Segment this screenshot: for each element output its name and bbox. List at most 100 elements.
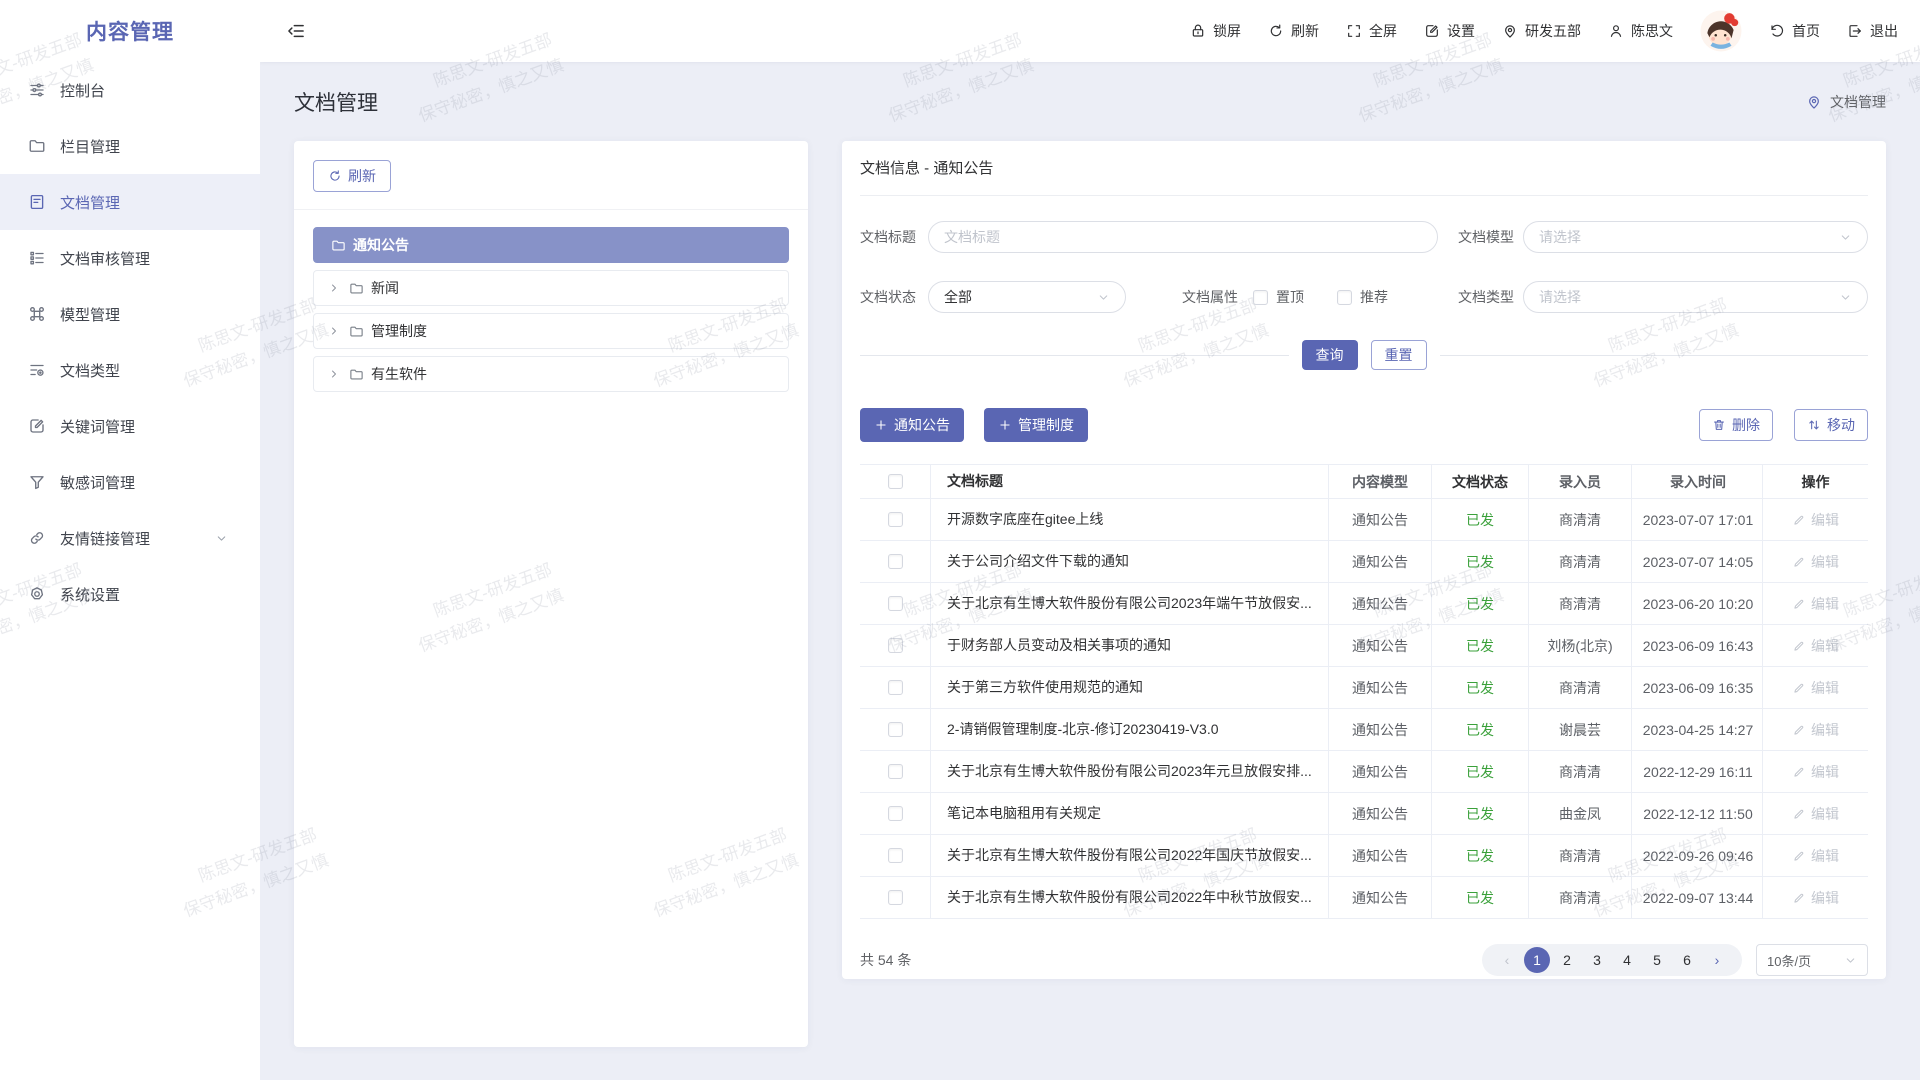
- user-avatar[interactable]: [1700, 10, 1742, 52]
- add-policy-button[interactable]: 管理制度: [984, 408, 1088, 442]
- page-button-2[interactable]: 2: [1554, 947, 1580, 973]
- doc-title-cell[interactable]: 2-请销假管理制度-北京-修订20230419-V3.0: [931, 709, 1329, 750]
- page-size-select[interactable]: 10条/页: [1756, 944, 1868, 976]
- doc-title-cell[interactable]: 关于北京有生博大软件股份有限公司2022年中秋节放假安...: [931, 877, 1329, 918]
- row-checkbox[interactable]: [888, 764, 903, 779]
- edit-button[interactable]: 编辑: [1792, 846, 1839, 866]
- list-gear-icon: [28, 361, 46, 379]
- sidebar-item-文档管理[interactable]: 文档管理: [0, 174, 260, 230]
- search-button[interactable]: 查询: [1302, 340, 1358, 370]
- attr-recommend-label: 推荐: [1360, 287, 1388, 307]
- breadcrumb-label: 文档管理: [1830, 92, 1886, 112]
- doc-title-input[interactable]: [944, 229, 1422, 245]
- doc-title-cell[interactable]: 关于第三方软件使用规范的通知: [931, 667, 1329, 708]
- sidebar-item-友情链接管理[interactable]: 友情链接管理: [0, 510, 260, 566]
- sidebar-item-控制台[interactable]: 控制台: [0, 62, 260, 118]
- row-checkbox[interactable]: [888, 596, 903, 611]
- prev-page-button[interactable]: ‹: [1494, 947, 1520, 973]
- sidebar-item-系统设置[interactable]: 系统设置: [0, 566, 260, 622]
- row-checkbox[interactable]: [888, 638, 903, 653]
- sidebar-item-敏感词管理[interactable]: 敏感词管理: [0, 454, 260, 510]
- topbar-lock-button[interactable]: 锁屏: [1190, 21, 1241, 41]
- sidebar-nav: 控制台栏目管理文档管理文档审核管理模型管理文档类型关键词管理敏感词管理友情链接管…: [0, 62, 260, 622]
- collapse-sidebar-icon[interactable]: [286, 21, 306, 41]
- attr-recommend-checkbox[interactable]: [1337, 290, 1352, 305]
- sidebar-item-文档类型[interactable]: 文档类型: [0, 342, 260, 398]
- page-button-6[interactable]: 6: [1674, 947, 1700, 973]
- doc-title-cell[interactable]: 于财务部人员变动及相关事项的通知: [931, 625, 1329, 666]
- topbar-edit-square-button[interactable]: 设置: [1424, 21, 1475, 41]
- row-checkbox[interactable]: [888, 806, 903, 821]
- logout-button[interactable]: 退出: [1847, 21, 1898, 41]
- row-checkbox[interactable]: [888, 890, 903, 905]
- edit-button[interactable]: 编辑: [1792, 678, 1839, 698]
- sidebar-item-关键词管理[interactable]: 关键词管理: [0, 398, 260, 454]
- panel-title: 文档信息 - 通知公告: [860, 141, 1868, 196]
- row-checkbox[interactable]: [888, 680, 903, 695]
- add-notice-button[interactable]: 通知公告: [860, 408, 964, 442]
- doc-title-cell[interactable]: 关于北京有生博大软件股份有限公司2023年元旦放假安排...: [931, 751, 1329, 792]
- doc-model-cell: 通知公告: [1329, 751, 1432, 792]
- chevron-right-icon: [328, 368, 340, 380]
- topbar-fullscreen-button[interactable]: 全屏: [1346, 21, 1397, 41]
- page-button-1[interactable]: 1: [1524, 947, 1550, 973]
- page-button-5[interactable]: 5: [1644, 947, 1670, 973]
- home-button[interactable]: 首页: [1769, 21, 1820, 41]
- page-button-3[interactable]: 3: [1584, 947, 1610, 973]
- sidebar-item-模型管理[interactable]: 模型管理: [0, 286, 260, 342]
- doc-type-select[interactable]: 请选择: [1523, 281, 1868, 313]
- topbar-user-button[interactable]: 陈思文: [1608, 21, 1673, 41]
- select-all-checkbox[interactable]: [888, 474, 903, 489]
- row-checkbox[interactable]: [888, 554, 903, 569]
- attr-top-checkbox[interactable]: [1253, 290, 1268, 305]
- edit-button[interactable]: 编辑: [1792, 552, 1839, 572]
- row-checkbox[interactable]: [888, 512, 903, 527]
- chevron-down-icon: [215, 532, 228, 545]
- tree-node[interactable]: 新闻: [313, 270, 789, 306]
- attr-top-label: 置顶: [1276, 287, 1304, 307]
- page-size-value: 10条/页: [1767, 951, 1811, 970]
- document-panel: 文档信息 - 通知公告 文档标题 文档模型 请选择: [842, 141, 1886, 979]
- row-checkbox[interactable]: [888, 848, 903, 863]
- sidebar-item-label: 敏感词管理: [60, 472, 135, 493]
- edit-button[interactable]: 编辑: [1792, 720, 1839, 740]
- tree-node[interactable]: 管理制度: [313, 313, 789, 349]
- doc-action-cell: 编辑: [1763, 709, 1868, 750]
- doc-title-cell[interactable]: 开源数字底座在gitee上线: [931, 499, 1329, 540]
- delete-label: 删除: [1732, 415, 1760, 435]
- folder-icon: [349, 281, 364, 296]
- doc-title-cell[interactable]: 关于公司介绍文件下载的通知: [931, 541, 1329, 582]
- next-page-button[interactable]: ›: [1704, 947, 1730, 973]
- doc-title-cell[interactable]: 关于北京有生博大软件股份有限公司2023年端午节放假安...: [931, 583, 1329, 624]
- tree-refresh-button[interactable]: 刷新: [313, 160, 391, 192]
- tree-node-selected[interactable]: 通知公告: [313, 227, 789, 263]
- table-row: 开源数字底座在gitee上线通知公告已发商清清2023-07-07 17:01编…: [860, 499, 1868, 541]
- edit-button[interactable]: 编辑: [1792, 594, 1839, 614]
- edit-button[interactable]: 编辑: [1792, 888, 1839, 908]
- doc-status-cell: 已发: [1432, 835, 1529, 876]
- topbar-refresh-button[interactable]: 刷新: [1268, 21, 1319, 41]
- refresh-icon: [1268, 23, 1284, 39]
- doc-time-cell: 2023-04-25 14:27: [1632, 709, 1763, 750]
- doc-title-cell[interactable]: 关于北京有生博大软件股份有限公司2022年国庆节放假安...: [931, 835, 1329, 876]
- delete-button[interactable]: 删除: [1699, 409, 1773, 441]
- sidebar-item-栏目管理[interactable]: 栏目管理: [0, 118, 260, 174]
- reset-button[interactable]: 重置: [1371, 340, 1427, 370]
- edit-button[interactable]: 编辑: [1792, 636, 1839, 656]
- doc-status-select[interactable]: 全部: [928, 281, 1126, 313]
- doc-time-cell: 2023-07-07 17:01: [1632, 499, 1763, 540]
- row-checkbox[interactable]: [888, 722, 903, 737]
- topbar-item-label: 全屏: [1369, 21, 1397, 41]
- topbar-pin-button[interactable]: 研发五部: [1502, 21, 1581, 41]
- doc-action-cell: 编辑: [1763, 583, 1868, 624]
- edit-button[interactable]: 编辑: [1792, 510, 1839, 530]
- edit-button[interactable]: 编辑: [1792, 762, 1839, 782]
- page-button-4[interactable]: 4: [1614, 947, 1640, 973]
- sidebar-item-文档审核管理[interactable]: 文档审核管理: [0, 230, 260, 286]
- tree-node[interactable]: 有生软件: [313, 356, 789, 392]
- doc-model-cell: 通知公告: [1329, 667, 1432, 708]
- edit-button[interactable]: 编辑: [1792, 804, 1839, 824]
- move-button[interactable]: 移动: [1794, 409, 1868, 441]
- doc-model-select[interactable]: 请选择: [1523, 221, 1868, 253]
- doc-title-cell[interactable]: 笔记本电脑租用有关规定: [931, 793, 1329, 834]
